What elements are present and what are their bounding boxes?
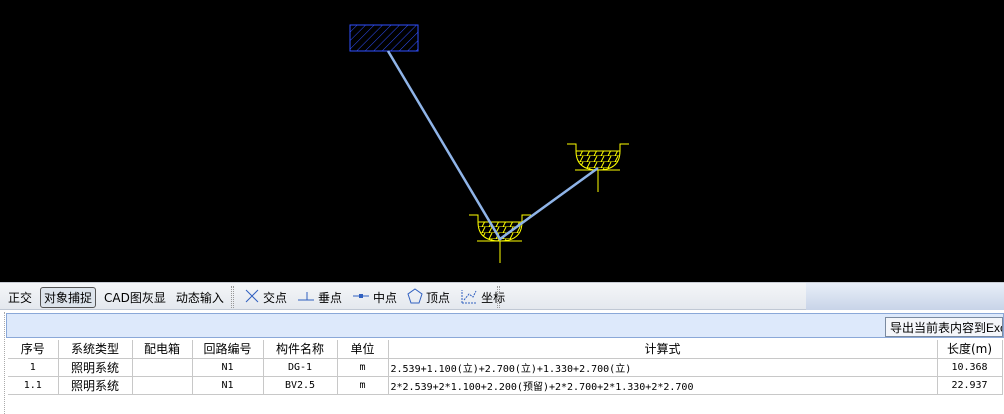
snap-label: 中点 (373, 290, 398, 305)
column-header[interactable]: 计算式 (388, 340, 938, 359)
table-cell[interactable]: m (337, 376, 389, 395)
table-cell[interactable]: 22.937 (937, 376, 1003, 395)
mode-toggle-1[interactable]: 对象捕捉 (40, 286, 97, 308)
toolbar-empty-area (806, 283, 1004, 310)
table-cell[interactable] (132, 376, 193, 395)
table-cell[interactable]: 2.539+1.100(立)+2.700(立)+1.330+2.700(立) (388, 358, 938, 377)
midpoint-icon (352, 288, 370, 307)
table-cell[interactable]: 10.368 (937, 358, 1003, 377)
intersection-icon (244, 288, 260, 307)
mode-toggle-0[interactable]: 正交 (6, 288, 34, 307)
column-header[interactable]: 配电箱 (132, 340, 193, 359)
distribution-box[interactable] (349, 24, 419, 52)
column-header[interactable]: 长度(m) (937, 340, 1003, 359)
table-cell[interactable]: N1 (192, 376, 264, 395)
perpendicular-icon (297, 288, 315, 307)
wire-line[interactable] (386, 50, 599, 241)
toolbar-separator (497, 286, 500, 308)
mode-toggle-2[interactable]: CAD图灰显 (102, 288, 168, 307)
snap-label: 交点 (263, 290, 288, 305)
snap-label: 垂点 (318, 290, 343, 305)
table-cell[interactable]: 照明系统 (58, 376, 133, 395)
table-cell[interactable]: m (337, 358, 389, 377)
mode-toggle-3[interactable]: 动态输入 (174, 288, 226, 307)
panel-drag-handle[interactable] (0, 312, 5, 414)
snap-button-0[interactable]: 交点 (242, 287, 289, 308)
toolbar-separator (231, 286, 234, 308)
table-row[interactable]: 1.1 照明系统 N1 BV2.5 m 2*2.539+2*1.100+2.200(预留)… (8, 376, 1003, 395)
table-toolbar: 导出当前表内容到Excel (6, 313, 1004, 338)
cad-drawing-canvas[interactable] (0, 0, 1004, 282)
table-row[interactable]: 1 照明系统 N1 DG-1 m 2.539+1.100(立)+2.700(立)+1.33… (8, 358, 1003, 377)
results-table: 序号 系统类型 配电箱 回路编号 构件名称 单位 计算式 长度(m) 1 照明系统 N1 DG-1 m… (8, 340, 1003, 395)
table-cell[interactable]: 1.1 (8, 376, 59, 395)
column-header[interactable]: 构件名称 (263, 340, 338, 359)
table-cell[interactable]: BV2.5 (263, 376, 338, 395)
drawing-toolbar: 正交 对象捕捉 CAD图灰显 动态输入 交点 垂点 中点 顶点 坐标 (0, 282, 1004, 310)
column-header[interactable]: 单位 (337, 340, 389, 359)
snap-button-2[interactable]: 中点 (350, 287, 399, 308)
export-excel-button[interactable]: 导出当前表内容到Excel (885, 317, 1003, 337)
table-cell[interactable]: N1 (192, 358, 264, 377)
snap-button-3[interactable]: 顶点 (405, 287, 452, 308)
snap-label: 坐标 (481, 290, 506, 305)
table-cell[interactable]: 照明系统 (58, 358, 133, 377)
table-cell[interactable]: 2*2.539+2*1.100+2.200(预留)+2*2.700+2*1.33… (388, 376, 938, 395)
coordinate-icon (460, 288, 478, 307)
snap-label: 顶点 (426, 290, 451, 305)
column-header[interactable]: 回路编号 (192, 340, 264, 359)
table-cell[interactable]: DG-1 (263, 358, 338, 377)
vertex-icon (407, 287, 423, 307)
column-header[interactable]: 序号 (8, 340, 59, 359)
snap-button-1[interactable]: 垂点 (295, 287, 344, 308)
table-cell[interactable] (132, 358, 193, 377)
column-header[interactable]: 系统类型 (58, 340, 133, 359)
table-cell[interactable]: 1 (8, 358, 59, 377)
